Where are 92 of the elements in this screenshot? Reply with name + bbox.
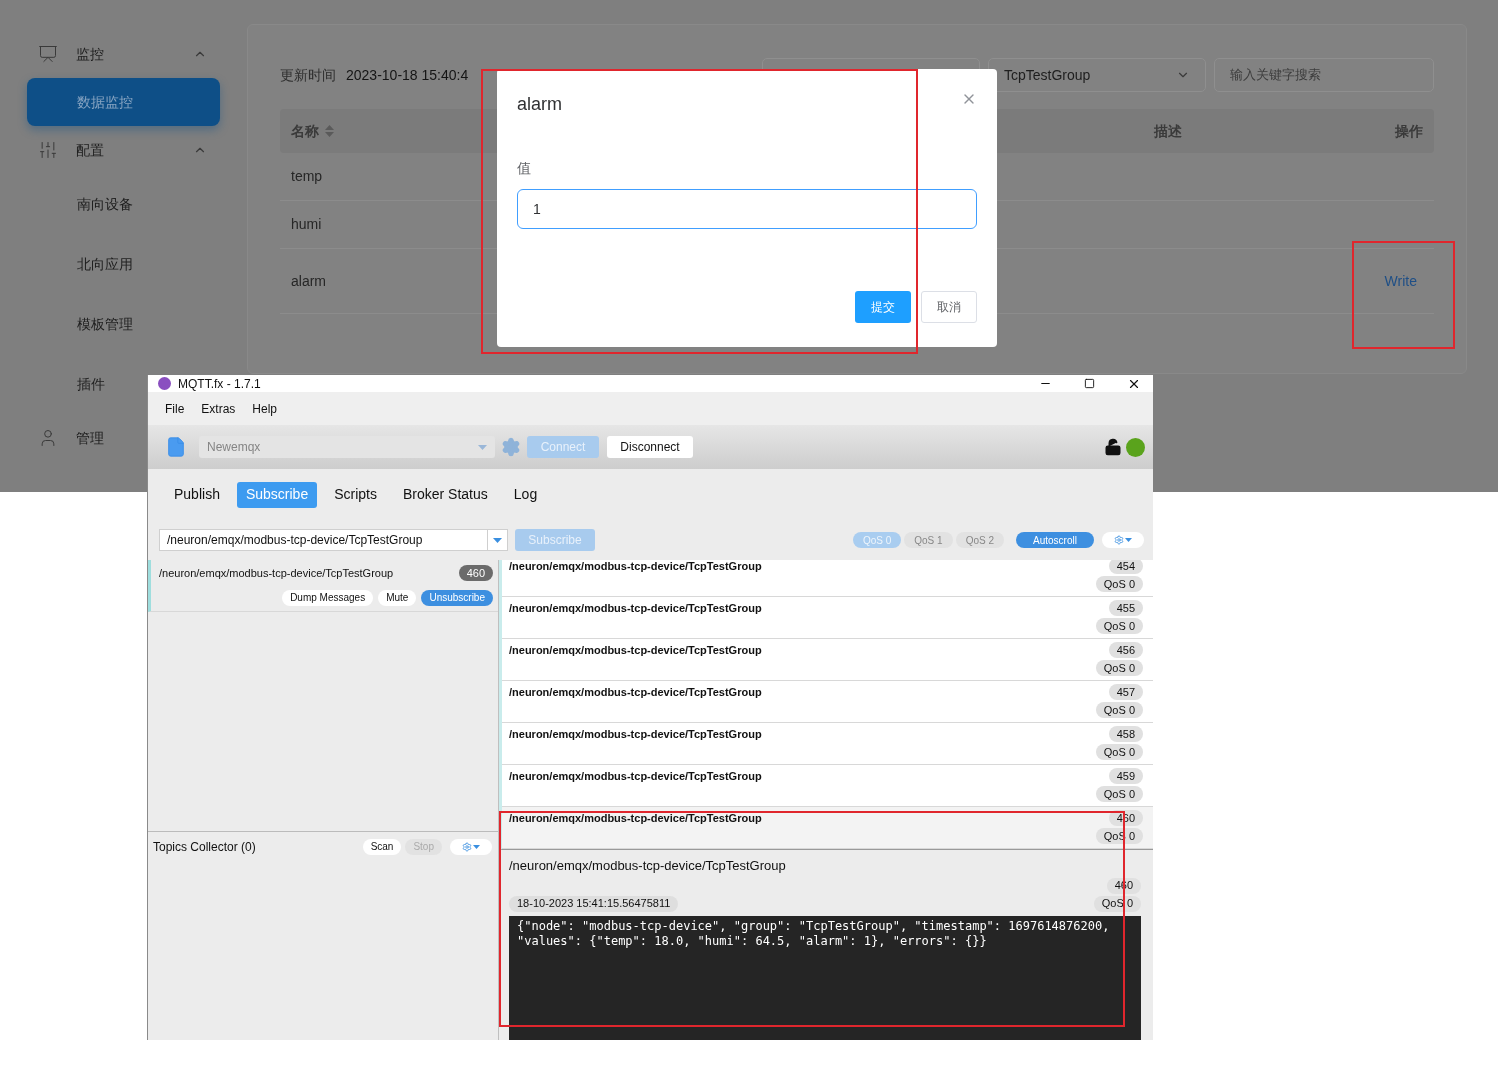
menu-item[interactable]: Extras xyxy=(201,399,236,418)
autoscroll-toggle[interactable]: Autoscroll xyxy=(1016,532,1094,548)
message-topic: /neuron/emqx/modbus-tcp-device/TcpTestGroup xyxy=(509,811,763,826)
message-row[interactable]: /neuron/emqx/modbus-tcp-device/TcpTestGroup 457 QoS 0 xyxy=(502,681,1153,723)
menu-item[interactable]: File xyxy=(165,399,185,418)
qos-badge: QoS 0 xyxy=(1095,786,1143,802)
message-count: 460 xyxy=(458,565,493,582)
message-topic: /neuron/emqx/modbus-tcp-device/TcpTestGroup xyxy=(509,727,763,742)
message-topic: /neuron/emqx/modbus-tcp-device/TcpTestGroup xyxy=(509,769,763,784)
cancel-button[interactable]: 取消 xyxy=(921,291,977,323)
message-topic: /neuron/emqx/modbus-tcp-device/TcpTestGroup xyxy=(509,685,763,700)
disconnect-button[interactable]: Disconnect xyxy=(607,436,693,458)
menu-group-label[interactable]: 管理 xyxy=(76,427,104,449)
window-title: MQTT.fx - 1.7.1 xyxy=(178,375,261,393)
write-link[interactable]: Write xyxy=(1384,270,1417,292)
submit-button[interactable]: 提交 xyxy=(855,291,911,323)
search-field[interactable]: 输入关键字搜索 xyxy=(1214,58,1434,92)
message-row[interactable]: /neuron/emqx/modbus-tcp-device/TcpTestGroup 455 QoS 0 xyxy=(502,597,1153,639)
qos-toggle[interactable]: QoS 1 xyxy=(904,532,953,548)
menu-item[interactable]: 模板管理 xyxy=(77,313,133,335)
sort-icon[interactable] xyxy=(325,125,334,137)
message-topic: /neuron/emqx/modbus-tcp-device/TcpTestGroup xyxy=(509,601,763,616)
message-number: 459 xyxy=(1108,768,1143,784)
payload-text: {"node": "modbus-tcp-device", "group": "TcpTestGroup", "timestamp": 1697614876200, xyxy=(517,918,1111,934)
menu-item[interactable]: 北向应用 xyxy=(77,253,133,275)
tab[interactable]: Publish xyxy=(165,481,229,508)
tab[interactable]: Scripts xyxy=(325,481,386,508)
qos-badge: QoS 0 xyxy=(1095,702,1143,718)
maximize-icon[interactable] xyxy=(1084,378,1095,389)
table-cell-text: alarm xyxy=(291,271,326,291)
subscription-topic: /neuron/emqx/modbus-tcp-device/TcpTestGroup xyxy=(159,566,395,581)
qos-badge: QoS 0 xyxy=(1095,660,1143,676)
message-number: 456 xyxy=(1108,642,1143,658)
column-header[interactable]: 操作 xyxy=(1395,120,1423,142)
message-row[interactable]: /neuron/emqx/modbus-tcp-device/TcpTestGroup 458 QoS 0 xyxy=(502,723,1153,765)
file-icon[interactable] xyxy=(165,435,187,459)
message-number: 458 xyxy=(1108,726,1143,742)
message-topic: /neuron/emqx/modbus-tcp-device/TcpTestGroup xyxy=(509,643,763,658)
qos-badge: QoS 0 xyxy=(1095,744,1143,760)
timestamp-badge: 18-10-2023 15:41:15.56475811 xyxy=(509,895,679,912)
message-number: 455 xyxy=(1108,600,1143,616)
tab[interactable]: Log xyxy=(504,481,547,508)
tab[interactable]: Subscribe xyxy=(236,481,318,508)
subscription-action-button[interactable]: Mute xyxy=(378,589,417,606)
qos-badge: QoS 0 xyxy=(1093,895,1141,912)
value-input[interactable]: 1 xyxy=(517,189,977,229)
table-cell-text: humi xyxy=(291,215,322,234)
message-number: 457 xyxy=(1108,684,1143,700)
column-header[interactable]: 描述 xyxy=(1154,120,1356,142)
message-number: 454 xyxy=(1108,560,1143,574)
dropdown-arrow-icon xyxy=(478,444,487,450)
update-time-label: 更新时间 xyxy=(280,65,336,85)
topic-combobox[interactable]: /neuron/emqx/modbus-tcp-device/TcpTestGroup xyxy=(159,529,508,551)
caret-icon xyxy=(473,844,480,849)
tab[interactable]: Broker Status xyxy=(394,481,497,508)
menu-group-label[interactable]: 配置 xyxy=(76,139,104,161)
table-cell-text: temp xyxy=(291,167,323,186)
chart-icon xyxy=(38,44,58,64)
collector-button[interactable]: Scan xyxy=(362,838,402,855)
column-header[interactable]: 名称 xyxy=(291,120,334,142)
message-topic: /neuron/emqx/modbus-tcp-device/TcpTestGroup xyxy=(509,560,763,574)
qos-toggle[interactable]: QoS 2 xyxy=(955,532,1004,548)
qos-badge: QoS 0 xyxy=(1095,618,1143,634)
menu-item[interactable]: Help xyxy=(252,399,278,418)
menu-item[interactable]: 插件 xyxy=(77,373,105,395)
update-time: 2023-10-18 15:40:4 xyxy=(346,65,469,85)
subscription-item[interactable]: /neuron/emqx/modbus-tcp-device/TcpTestGroup 460 Dump Messages Mute Unsubscribe xyxy=(148,560,498,612)
caret-icon xyxy=(1125,538,1132,542)
field-label: 值 xyxy=(517,159,532,178)
settings-dropdown[interactable] xyxy=(1102,532,1144,548)
menu-group-label[interactable]: 监控 xyxy=(76,43,104,65)
payload-text: "values": {"temp": 18.0, "humi": 64.5, "alarm": 1}, "errors": {}} xyxy=(517,933,988,949)
settings-icon[interactable] xyxy=(501,437,521,457)
menu-item[interactable]: 南向设备 xyxy=(77,193,133,215)
profile-select[interactable]: Newemqx xyxy=(199,436,495,458)
sliders-icon xyxy=(38,140,58,160)
unsubscribe-button[interactable]: Unsubscribe xyxy=(421,589,493,606)
gear-icon xyxy=(1114,535,1124,545)
message-row[interactable]: /neuron/emqx/modbus-tcp-device/TcpTestGroup 456 QoS 0 xyxy=(502,639,1153,681)
subscription-action-button[interactable]: Dump Messages xyxy=(282,589,374,606)
gear-icon xyxy=(462,841,472,852)
menu-item[interactable]: 数据监控 xyxy=(27,78,220,126)
dialog-title: alarm xyxy=(517,93,563,116)
topics-collector-title: Topics Collector (0) xyxy=(153,838,257,856)
lock-open-icon xyxy=(1104,438,1122,456)
qos-badge: QoS 0 xyxy=(1095,576,1143,592)
dropdown-arrow-icon xyxy=(493,537,502,543)
settings-dropdown[interactable] xyxy=(450,838,492,855)
message-row[interactable]: /neuron/emqx/modbus-tcp-device/TcpTestGroup 454 QoS 0 xyxy=(502,560,1153,597)
app-logo-icon xyxy=(158,377,171,390)
message-row[interactable]: /neuron/emqx/modbus-tcp-device/TcpTestGroup 459 QoS 0 xyxy=(502,765,1153,807)
detail-topic: /neuron/emqx/modbus-tcp-device/TcpTestGroup xyxy=(509,857,787,875)
